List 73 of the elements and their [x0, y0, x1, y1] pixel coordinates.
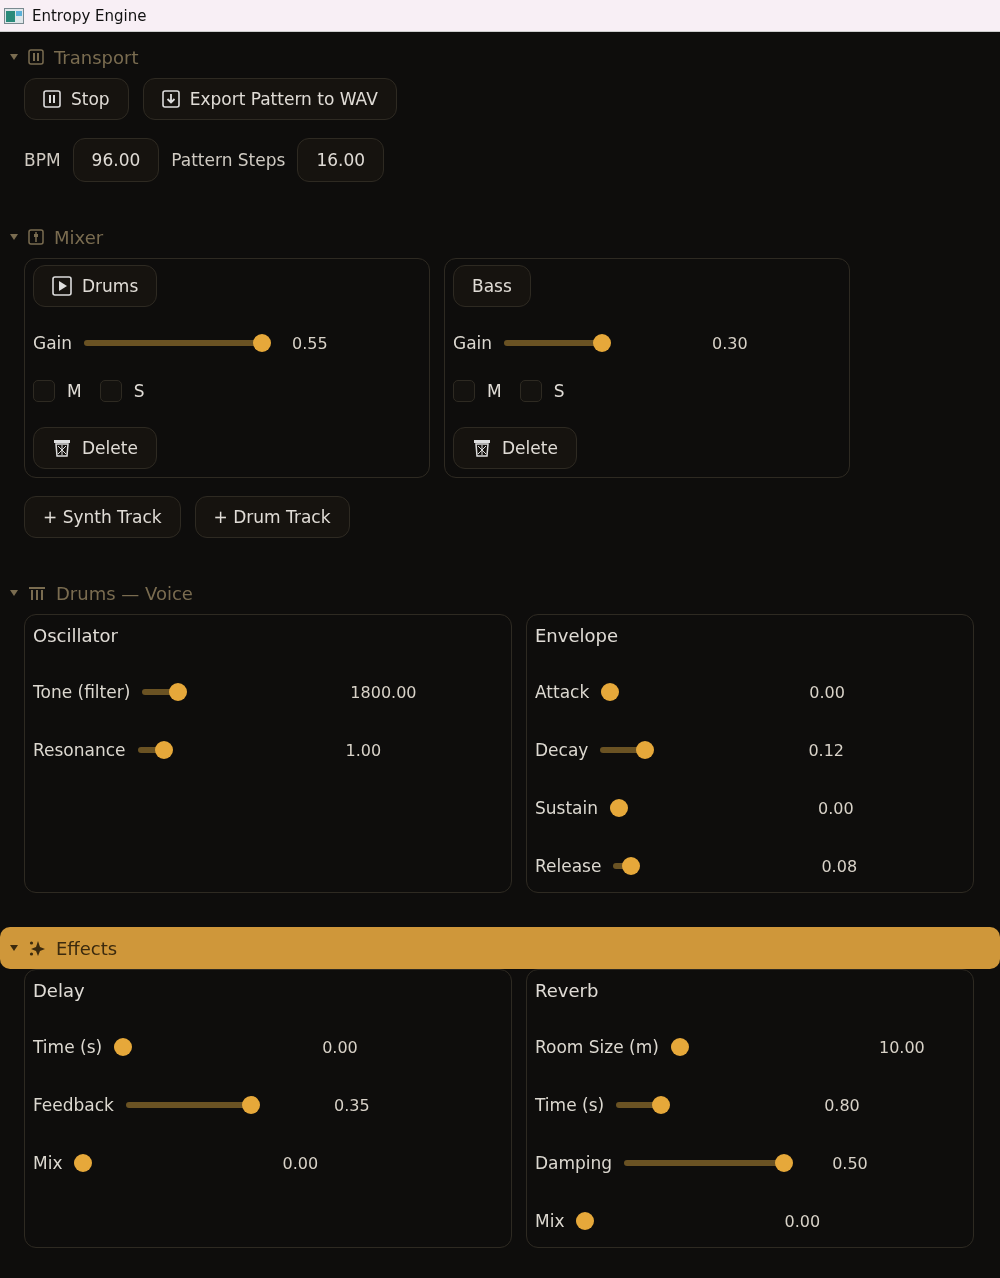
slider-label: Gain — [453, 333, 493, 353]
delete-button[interactable]: Delete — [453, 427, 577, 469]
slider-label: Resonance — [33, 740, 126, 760]
slider-value: 0.50 — [832, 1153, 868, 1173]
slider-label: Mix — [33, 1153, 63, 1173]
caret-icon — [10, 589, 18, 597]
add-track-button[interactable]: + Drum Track — [194, 496, 350, 538]
slider-value: 0.08 — [821, 856, 858, 876]
field-label: BPM — [24, 150, 61, 170]
slider-value: 0.00 — [809, 682, 845, 702]
caret-icon — [10, 233, 18, 241]
track-button[interactable]: Drums — [33, 265, 158, 307]
trash-icon — [52, 438, 72, 458]
checkbox[interactable] — [33, 380, 55, 402]
slider-value: 1.00 — [345, 740, 382, 760]
slider-value: 10.00 — [878, 1037, 925, 1057]
sparkle-icon — [28, 939, 46, 957]
pause-icon — [43, 90, 61, 108]
slider-value: 0.00 — [282, 1153, 319, 1173]
section-header[interactable]: Drums — Voice — [0, 572, 1000, 614]
panel-title: Reverb — [535, 980, 599, 1001]
section-header[interactable]: Transport — [0, 36, 1000, 78]
slider-label: Attack — [535, 682, 590, 702]
delete-button[interactable]: Delete — [33, 427, 157, 469]
slider-label: Decay — [535, 740, 589, 760]
trash-icon — [472, 438, 492, 458]
slider-value: 0.00 — [784, 1211, 821, 1231]
pause-icon — [28, 49, 44, 65]
slider-label: Sustain — [535, 798, 598, 818]
toolbar-button[interactable]: Export Pattern to WAV — [142, 78, 397, 120]
slider-label: Damping — [535, 1153, 613, 1173]
track-button[interactable]: Bass — [453, 265, 531, 307]
slider-label: Tone (filter) — [33, 682, 131, 702]
checkbox[interactable] — [453, 380, 475, 402]
slider-label: Gain — [33, 333, 73, 353]
slider-value: 0.12 — [808, 740, 844, 760]
app-icon — [4, 7, 24, 24]
number-field[interactable]: 96.00 — [72, 138, 160, 182]
play-icon — [52, 276, 72, 296]
section-header[interactable]: Mixer — [0, 216, 1000, 258]
slider-value: 1800.00 — [350, 682, 417, 702]
slider-label: Room Size (m) — [535, 1037, 659, 1057]
panel-title: Delay — [33, 980, 85, 1001]
checkbox-label: S — [133, 381, 145, 401]
checkbox-label: M — [67, 381, 82, 401]
slider-value: 0.30 — [712, 333, 748, 353]
download-icon — [161, 90, 180, 108]
panel-title: Oscillator — [33, 625, 118, 646]
number-field[interactable]: 16.00 — [297, 138, 385, 182]
caret-icon — [10, 944, 18, 952]
toolbar-button[interactable]: Stop — [24, 78, 129, 120]
slider-label: Time (s) — [33, 1037, 103, 1057]
field-label: Pattern Steps — [171, 150, 286, 170]
checkbox[interactable] — [519, 380, 542, 402]
checkbox-label: M — [487, 381, 502, 401]
slider-label: Time (s) — [535, 1095, 605, 1115]
fader-icon — [28, 229, 44, 245]
slider-label: Mix — [535, 1211, 565, 1231]
window-title: Entropy Engine — [32, 6, 147, 25]
slider-label: Feedback — [33, 1095, 114, 1115]
section-header[interactable]: Effects — [0, 927, 1000, 969]
add-track-button[interactable]: + Synth Track — [24, 496, 181, 538]
caret-icon — [10, 53, 18, 61]
checkbox-label: S — [553, 381, 565, 401]
slider-value: 0.80 — [824, 1095, 860, 1115]
slider-value: 0.00 — [322, 1037, 358, 1057]
slider-value: 0.55 — [292, 333, 328, 353]
slider-label: Release — [535, 856, 602, 876]
checkbox[interactable] — [99, 380, 122, 402]
bars-icon — [28, 585, 46, 601]
slider-value: 0.35 — [333, 1095, 370, 1115]
slider-value: 0.00 — [818, 798, 854, 818]
panel-title: Envelope — [535, 625, 619, 646]
